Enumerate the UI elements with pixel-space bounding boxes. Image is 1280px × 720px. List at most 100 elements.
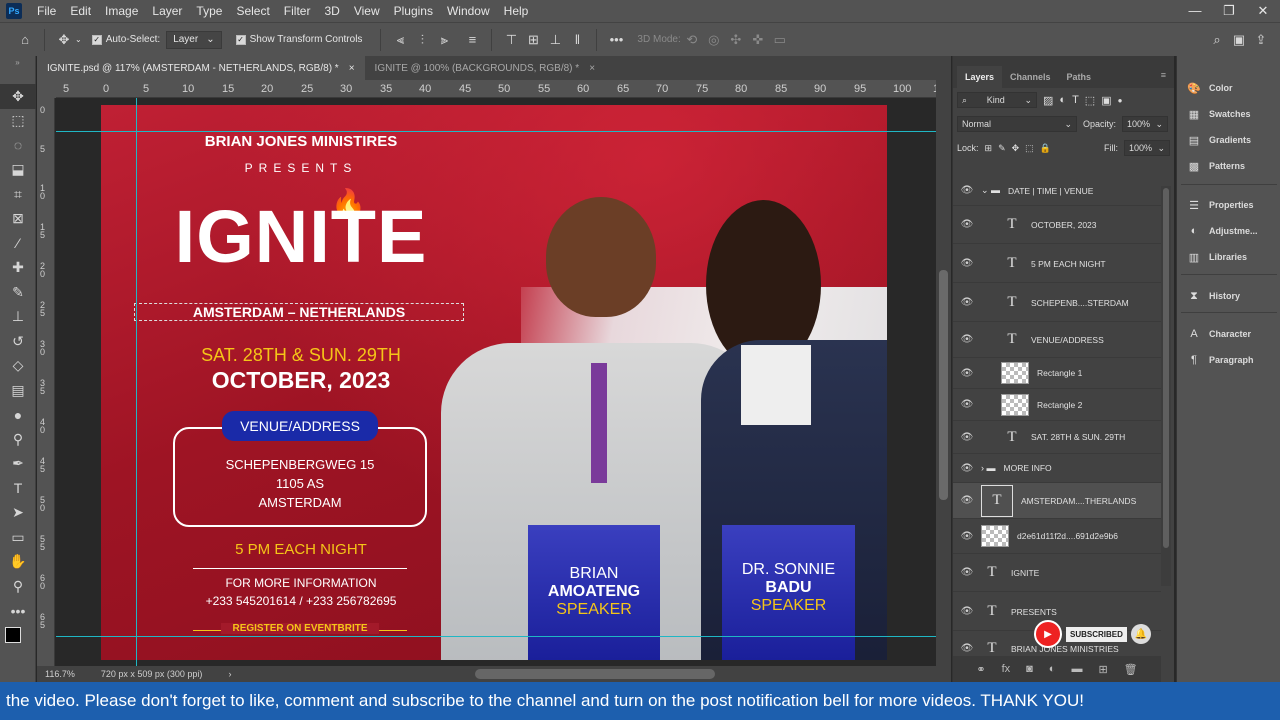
search-icon[interactable]: ⌕: [1206, 29, 1228, 51]
pen-tool-icon[interactable]: ✒: [0, 452, 36, 477]
restore-button[interactable]: ❐: [1212, 3, 1246, 19]
opacity-field[interactable]: 100% ⌄: [1122, 116, 1169, 132]
vertical-scrollbar[interactable]: [936, 80, 951, 666]
align-right-icon[interactable]: ⫸: [433, 29, 455, 51]
close-icon[interactable]: ×: [589, 63, 595, 74]
panel-paragraph[interactable]: ¶ Paragraph: [1177, 348, 1280, 372]
layer-row[interactable]: 👁 T IGNITE: [953, 554, 1161, 592]
subscribe-overlay[interactable]: ▶ SUBSCRIBED 🔔: [1034, 620, 1151, 648]
panel-character[interactable]: A Character: [1177, 322, 1280, 346]
color-swatches[interactable]: [0, 623, 35, 663]
tab-layers[interactable]: Layers: [957, 66, 1003, 88]
canvas-area[interactable]: BRIAN JONES MINISTIRES PRESENTS 🔥 IGNITE…: [56, 98, 936, 666]
artboard[interactable]: BRIAN JONES MINISTIRES PRESENTS 🔥 IGNITE…: [101, 105, 887, 660]
layer-row[interactable]: 👁 Rectangle 1: [953, 358, 1161, 389]
layer-row[interactable]: 👁 T SCHEPENB....STERDAM: [953, 284, 1161, 322]
trash-icon[interactable]: 🗑: [1124, 663, 1138, 676]
panel-color[interactable]: 🎨 Color: [1177, 76, 1280, 100]
distribute-vertical-icon[interactable]: ‖: [566, 29, 588, 51]
link-layers-icon[interactable]: ⚭: [976, 663, 985, 676]
move-tool-icon[interactable]: ✥: [0, 84, 36, 109]
filter-shape-icon[interactable]: ⬚: [1085, 94, 1095, 107]
horizontal-scrollbar[interactable]: [475, 669, 715, 679]
menu-layer[interactable]: Layer: [145, 4, 189, 18]
brush-tool-icon[interactable]: ✎: [0, 280, 36, 305]
distribute-icon[interactable]: ≡: [461, 29, 483, 51]
more-tools-icon[interactable]: •••: [0, 599, 36, 624]
history-brush-tool-icon[interactable]: ↺: [0, 329, 36, 354]
visibility-eye-icon[interactable]: 👁: [953, 463, 981, 474]
zoom-tool-icon[interactable]: ⚲: [0, 574, 36, 599]
visibility-eye-icon[interactable]: 👁: [953, 432, 981, 443]
stamp-tool-icon[interactable]: ⊥: [0, 305, 36, 330]
object-select-tool-icon[interactable]: ⬓: [0, 158, 36, 183]
chevron-down-icon[interactable]: ⌄: [75, 35, 82, 44]
menu-type[interactable]: Type: [189, 4, 229, 18]
fill-field[interactable]: 100% ⌄: [1124, 140, 1170, 156]
align-bottom-icon[interactable]: ⊥: [544, 29, 566, 51]
lock-transparent-icon[interactable]: ⊞: [985, 143, 993, 154]
hand-tool-icon[interactable]: ✋: [0, 550, 36, 575]
menu-window[interactable]: Window: [440, 4, 497, 18]
tab-paths[interactable]: Paths: [1059, 66, 1100, 88]
panel-patterns[interactable]: ▩ Patterns: [1177, 154, 1280, 178]
menu-view[interactable]: View: [347, 4, 387, 18]
lock-artboard-icon[interactable]: ⬚: [1025, 143, 1034, 154]
auto-select-checkbox[interactable]: ✓: [91, 34, 102, 45]
visibility-eye-icon[interactable]: 👁: [953, 334, 981, 345]
layer-row[interactable]: 👁 T 5 PM EACH NIGHT: [953, 245, 1161, 283]
roll-icon[interactable]: ◎: [703, 29, 725, 51]
filter-type-icon[interactable]: T: [1072, 94, 1079, 106]
zoom-level[interactable]: 116.7%: [45, 669, 75, 679]
dodge-tool-icon[interactable]: ⚲: [0, 427, 36, 452]
panel-menu-icon[interactable]: ≡: [1153, 62, 1174, 88]
guide-vertical[interactable]: [136, 98, 137, 666]
visibility-eye-icon[interactable]: 👁: [953, 567, 981, 578]
layer-row[interactable]: 👁 T AMSTERDAM....THERLANDS: [953, 483, 1161, 519]
type-tool-icon[interactable]: T: [0, 476, 36, 501]
filter-adjustment-icon[interactable]: ◐: [1059, 94, 1066, 106]
camera-icon[interactable]: ▭: [769, 29, 791, 51]
adjustment-layer-icon[interactable]: ◐: [1049, 663, 1056, 675]
visibility-eye-icon[interactable]: 👁: [953, 531, 981, 542]
visibility-eye-icon[interactable]: 👁: [953, 258, 981, 269]
align-top-icon[interactable]: ⊤: [500, 29, 522, 51]
scroll-thumb[interactable]: [939, 270, 948, 500]
menu-plugins[interactable]: Plugins: [387, 4, 440, 18]
guide-horizontal[interactable]: [56, 636, 936, 637]
home-icon[interactable]: ⌂: [14, 29, 36, 51]
menu-edit[interactable]: Edit: [63, 4, 98, 18]
layer-row[interactable]: 👁 T VENUE/ADDRESS: [953, 322, 1161, 358]
gradient-tool-icon[interactable]: ▤: [0, 378, 36, 403]
share-icon[interactable]: ⇪: [1250, 29, 1272, 51]
path-select-tool-icon[interactable]: ➤: [0, 501, 36, 526]
workspace-icon[interactable]: ▣: [1228, 29, 1250, 51]
eraser-tool-icon[interactable]: ◇: [0, 354, 36, 379]
panel-adjustments[interactable]: ◐ Adjustme...: [1177, 219, 1280, 243]
menu-image[interactable]: Image: [98, 4, 145, 18]
menu-file[interactable]: File: [30, 4, 63, 18]
blur-tool-icon[interactable]: ●: [0, 403, 36, 428]
minimize-button[interactable]: —: [1178, 3, 1212, 19]
menu-help[interactable]: Help: [497, 4, 536, 18]
layer-row[interactable]: 👁 T OCTOBER, 2023: [953, 206, 1161, 244]
visibility-eye-icon[interactable]: 👁: [953, 606, 981, 617]
visibility-eye-icon[interactable]: 👁: [953, 399, 981, 410]
marquee-tool-icon[interactable]: ⬚: [0, 109, 36, 134]
lock-image-icon[interactable]: ✎: [998, 143, 1006, 154]
fx-icon[interactable]: fx: [1002, 663, 1011, 675]
align-left-icon[interactable]: ⫷: [389, 29, 411, 51]
close-window-button[interactable]: ✕: [1246, 3, 1280, 19]
tab-channels[interactable]: Channels: [1002, 66, 1059, 88]
align-middle-icon[interactable]: ⊞: [522, 29, 544, 51]
auto-select-dropdown[interactable]: Layer ⌄: [166, 30, 222, 49]
horizontal-ruler[interactable]: 5 0 5 10 15 20 25 30 35 40 45 50 55 60 65 70 75 80 85 90 95 1…: [56, 80, 951, 98]
layer-filter-dropdown[interactable]: ⌕ Kind ⌄: [957, 92, 1037, 108]
filter-pixel-icon[interactable]: ▨: [1043, 94, 1053, 107]
lock-position-icon[interactable]: ✥: [1012, 143, 1020, 154]
panel-properties[interactable]: ☰ Properties: [1177, 193, 1280, 217]
close-icon[interactable]: ×: [349, 63, 355, 74]
status-menu-arrow[interactable]: ›: [228, 669, 231, 679]
frame-tool-icon[interactable]: ⊠: [0, 207, 36, 232]
more-options-icon[interactable]: •••: [605, 29, 627, 51]
